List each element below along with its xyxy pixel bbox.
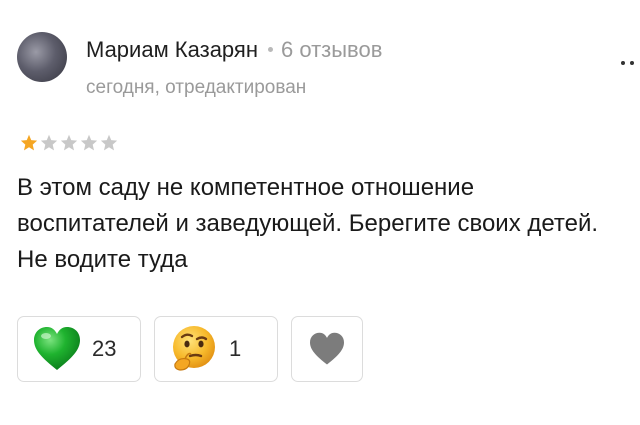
star-empty-icon	[40, 134, 58, 151]
author-line: Мариам Казарян 6 отзывов	[86, 36, 382, 64]
reaction-count: 1	[229, 336, 242, 361]
reactions-bar: 23 1	[17, 316, 363, 382]
reaction-like-button[interactable]: 23	[17, 316, 141, 382]
gray-heart-icon	[308, 332, 346, 366]
star-empty-icon	[100, 134, 118, 151]
star-filled-icon	[20, 134, 38, 151]
review-card: Мариам Казарян 6 отзывов сегодня, отредак…	[0, 0, 640, 425]
review-text: В этом саду не компетентное отношение во…	[17, 174, 599, 273]
reaction-count: 23	[92, 336, 117, 361]
separator-dot	[267, 46, 273, 52]
more-dot-icon	[630, 61, 634, 65]
rating-stars	[20, 134, 118, 151]
star-empty-icon	[60, 134, 78, 151]
reaction-thinking-button[interactable]: 1	[154, 316, 278, 382]
more-options-button[interactable]	[610, 56, 634, 70]
reaction-heart-button[interactable]	[291, 316, 363, 382]
star-empty-icon	[80, 134, 98, 151]
green-heart-icon	[32, 326, 82, 372]
author-name[interactable]: Мариам Казарян	[86, 37, 258, 62]
avatar[interactable]	[17, 32, 67, 82]
reviews-count[interactable]: 6 отзывов	[281, 37, 382, 62]
review-date-status: сегодня, отредактирован	[86, 77, 307, 98]
thinking-face-icon	[169, 324, 219, 374]
more-dot-icon	[621, 61, 625, 65]
